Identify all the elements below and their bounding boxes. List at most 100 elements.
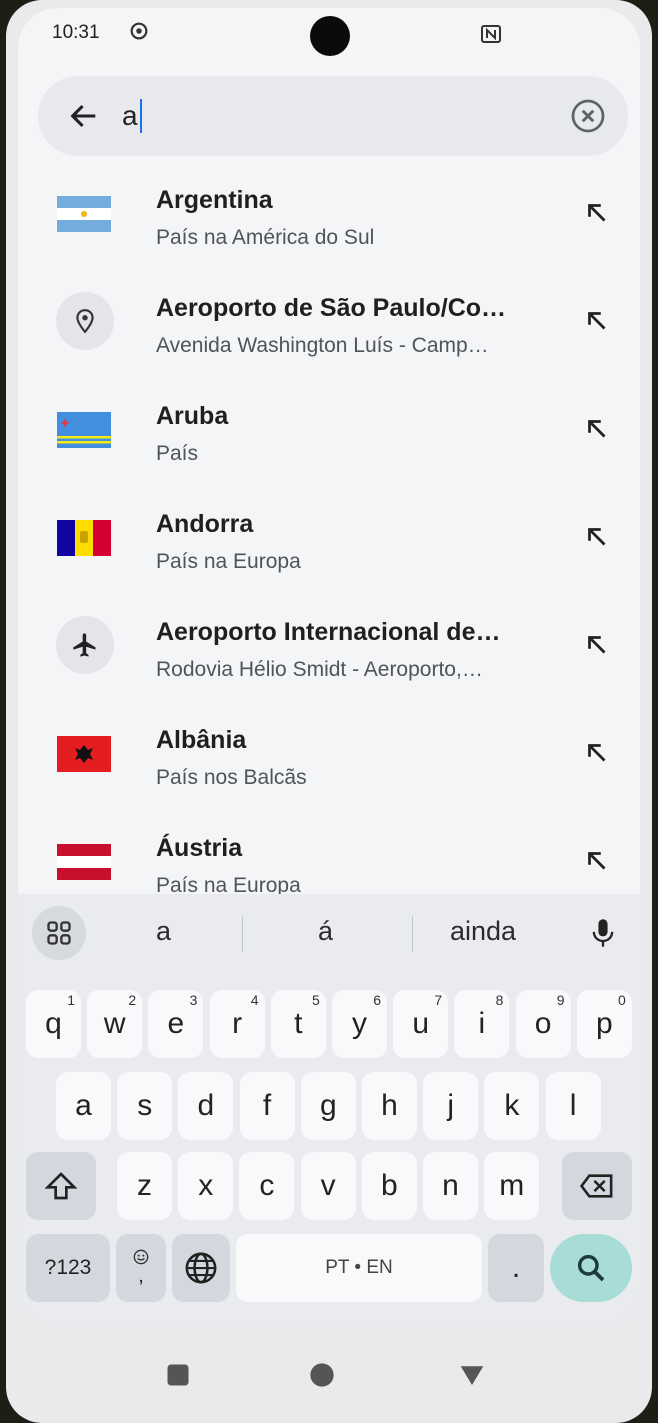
- key-number-hint: 3: [189, 992, 198, 1008]
- clear-button[interactable]: [566, 94, 610, 138]
- keyboard-menu-button[interactable]: [32, 906, 86, 960]
- key-g[interactable]: g: [300, 1072, 356, 1140]
- back-nav-button[interactable]: [450, 1353, 494, 1397]
- key-w[interactable]: w2: [87, 990, 143, 1058]
- backspace-key[interactable]: [562, 1152, 632, 1220]
- key-l[interactable]: l: [545, 1072, 601, 1140]
- space-key[interactable]: PT • EN: [236, 1234, 482, 1302]
- suggestion-strip: a á ainda: [18, 894, 640, 972]
- result-item-argentina[interactable]: Argentina País na América do Sul: [18, 160, 640, 268]
- result-title: Áustria: [156, 834, 243, 862]
- key-h[interactable]: h: [362, 1072, 417, 1140]
- key-j[interactable]: j: [423, 1072, 479, 1140]
- result-title: Andorra: [156, 510, 254, 538]
- fill-query-arrow-icon[interactable]: [582, 522, 612, 552]
- fill-query-arrow-icon[interactable]: [582, 306, 612, 336]
- navigation-bar: [6, 1323, 652, 1423]
- suggestion-1[interactable]: a: [156, 916, 171, 947]
- key-number-hint: 9: [556, 992, 565, 1008]
- fill-query-arrow-icon[interactable]: [582, 414, 612, 444]
- language-key[interactable]: [172, 1234, 230, 1302]
- key-label: m: [499, 1169, 525, 1202]
- key-label: s: [137, 1089, 153, 1122]
- search-input[interactable]: a: [122, 90, 532, 142]
- flag-andorra-icon: [54, 508, 114, 568]
- key-i[interactable]: i8: [454, 990, 510, 1058]
- key-r[interactable]: r4: [209, 990, 265, 1058]
- result-subtitle: Avenida Washington Luís - Camp…: [156, 334, 489, 357]
- square-recents-icon: [167, 1364, 189, 1386]
- key-b[interactable]: b: [361, 1152, 417, 1220]
- key-t[interactable]: t5: [270, 990, 326, 1058]
- emoji-comma-key[interactable]: ,: [116, 1234, 166, 1302]
- key-label: w: [103, 1007, 126, 1040]
- result-item-aeroporto-sao-paulo[interactable]: Aeroporto de São Paulo/Co… Avenida Washi…: [18, 268, 640, 376]
- key-label: i: [478, 1007, 486, 1040]
- key-number-hint: 1: [67, 992, 75, 1008]
- result-item-andorra[interactable]: Andorra País na Europa: [18, 484, 640, 592]
- key-y[interactable]: y6: [332, 990, 387, 1058]
- key-k[interactable]: k: [484, 1072, 540, 1140]
- comma-label: ,: [138, 1264, 144, 1287]
- voice-input-button[interactable]: [580, 908, 626, 958]
- flag-austria-icon: [54, 832, 114, 892]
- key-label: q: [45, 1007, 62, 1040]
- key-label: p: [595, 1007, 613, 1040]
- result-subtitle: Rodovia Hélio Smidt - Aeroporto,…: [156, 658, 483, 681]
- key-p[interactable]: p0: [576, 990, 632, 1058]
- result-title: Albânia: [156, 726, 247, 754]
- key-m[interactable]: m: [484, 1152, 540, 1220]
- key-label: a: [75, 1089, 92, 1122]
- key-d[interactable]: d: [178, 1072, 234, 1140]
- fill-query-arrow-icon[interactable]: [582, 738, 612, 768]
- recents-button[interactable]: [156, 1353, 200, 1397]
- result-item-aeroporto-internacional[interactable]: Aeroporto Internacional de… Rodovia Héli…: [18, 592, 640, 700]
- suggestion-3[interactable]: ainda: [450, 916, 516, 947]
- key-o[interactable]: o9: [515, 990, 571, 1058]
- key-f[interactable]: f: [239, 1072, 295, 1140]
- key-number-hint: 7: [434, 992, 443, 1008]
- nfc-icon: [481, 25, 501, 43]
- key-label: d: [197, 1089, 215, 1122]
- key-label: b: [380, 1169, 398, 1202]
- text-cursor: [139, 99, 142, 133]
- key-label: t: [294, 1007, 303, 1040]
- key-z[interactable]: z: [117, 1152, 172, 1220]
- result-subtitle: País: [156, 442, 199, 465]
- key-q[interactable]: q1: [26, 990, 81, 1058]
- home-button[interactable]: [300, 1353, 344, 1397]
- key-label: v: [320, 1169, 336, 1202]
- shift-key[interactable]: [26, 1152, 96, 1220]
- key-label: y: [352, 1007, 367, 1040]
- key-v[interactable]: v: [300, 1152, 356, 1220]
- result-subtitle: País nos Balcãs: [156, 766, 307, 789]
- search-query-text: a: [122, 100, 138, 131]
- emoji-smile-icon: [133, 1249, 149, 1264]
- symbols-key[interactable]: ?123: [26, 1234, 110, 1302]
- key-a[interactable]: a: [56, 1072, 111, 1140]
- key-label: u: [412, 1007, 430, 1040]
- key-label: g: [319, 1089, 337, 1122]
- back-button[interactable]: [62, 94, 106, 138]
- key-x[interactable]: x: [178, 1152, 234, 1220]
- result-item-austria[interactable]: Áustria País na Europa: [18, 808, 640, 894]
- key-e[interactable]: e3: [148, 990, 204, 1058]
- key-label: f: [262, 1089, 272, 1122]
- result-item-albania[interactable]: Albânia País nos Balcãs: [18, 700, 640, 808]
- search-action-key[interactable]: [550, 1234, 632, 1302]
- key-n[interactable]: n: [423, 1152, 478, 1220]
- key-label: c: [259, 1169, 275, 1202]
- key-u[interactable]: u7: [393, 990, 449, 1058]
- key-s[interactable]: s: [117, 1072, 173, 1140]
- fill-query-arrow-icon[interactable]: [582, 846, 612, 876]
- fill-query-arrow-icon[interactable]: [582, 630, 612, 660]
- arrow-left-icon: [70, 104, 96, 128]
- suggestion-2[interactable]: á: [318, 916, 333, 947]
- circle-home-icon: [310, 1363, 334, 1387]
- key-c[interactable]: c: [239, 1152, 295, 1220]
- result-item-aruba[interactable]: Aruba País: [18, 376, 640, 484]
- fill-query-arrow-icon[interactable]: [582, 198, 612, 228]
- key-number-hint: 0: [618, 992, 626, 1008]
- period-key[interactable]: .: [488, 1234, 544, 1302]
- result-title: Aeroporto Internacional de…: [156, 618, 501, 646]
